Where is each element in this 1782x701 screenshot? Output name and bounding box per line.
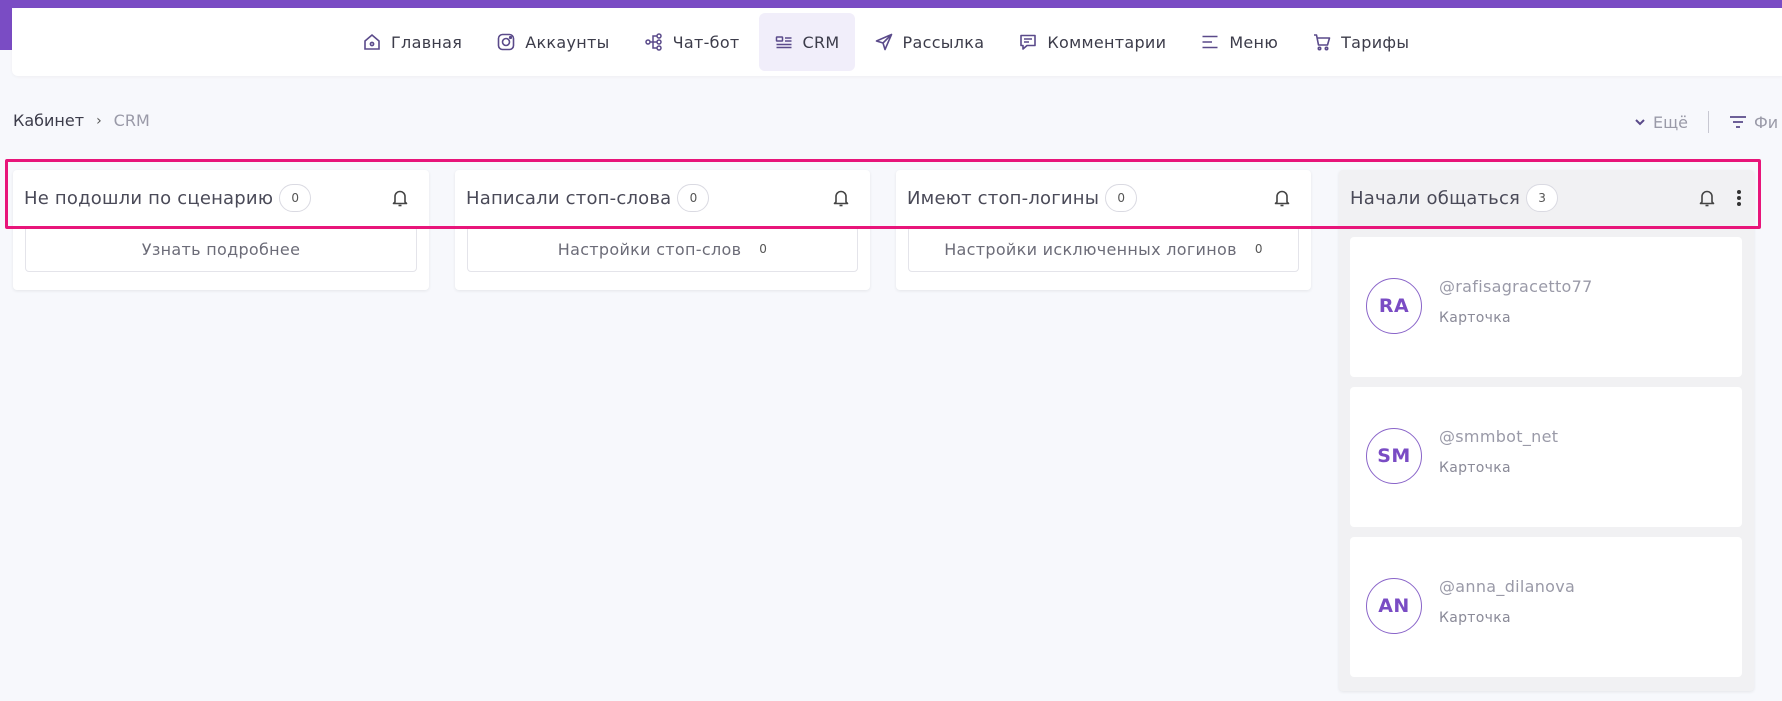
crm-column-started-chatting: Начали общаться 3 RA @rafisagracetto77 К…	[1339, 170, 1754, 691]
left-accent-bar	[0, 0, 12, 50]
action-count: 0	[759, 242, 768, 256]
nav-item-tariffs[interactable]: Тарифы	[1297, 13, 1424, 71]
nav-menu: Главная Аккаунты Чат-бот CRM Рассылка Ко…	[347, 13, 1424, 71]
nav-item-crm[interactable]: CRM	[758, 13, 855, 71]
send-icon	[875, 33, 892, 51]
learn-more-button[interactable]: Узнать подробнее	[25, 226, 417, 272]
nav-item-mailing[interactable]: Рассылка	[859, 13, 1000, 71]
card-username: @rafisagracetto77	[1439, 277, 1593, 296]
column-count-badge: 3	[1526, 184, 1559, 212]
column-header: Начали общаться 3	[1339, 170, 1754, 226]
bell-icon[interactable]	[832, 188, 850, 208]
flow-icon	[644, 33, 662, 51]
avatar: SM	[1366, 428, 1422, 484]
home-icon	[364, 33, 380, 50]
toolbar-right: Ещё Фи	[1634, 111, 1778, 133]
excluded-logins-settings-button[interactable]: Настройки исключенных логинов 0	[908, 226, 1299, 272]
action-count: 0	[1254, 242, 1263, 256]
card-username: @smmbot_net	[1439, 427, 1559, 446]
column-title: Не подошли по сценарию	[24, 187, 274, 209]
breadcrumb: Кабинет › CRM	[13, 111, 150, 130]
nav-item-label: Тарифы	[1341, 32, 1410, 52]
column-header: Не подошли по сценарию 0	[13, 170, 429, 226]
crm-column-stop-words: Написали стоп-слова 0 Настройки стоп-сло…	[455, 170, 870, 290]
nav-item-accounts[interactable]: Аккаунты	[481, 13, 624, 71]
action-label: Настройки стоп-слов	[557, 239, 742, 259]
column-title: Начали общаться	[1350, 187, 1521, 209]
column-count-badge: 0	[1105, 184, 1138, 212]
card-username: @anna_dilanova	[1439, 577, 1576, 596]
column-header: Имеют стоп-логины 0	[896, 170, 1311, 226]
nav-item-label: Рассылка	[902, 32, 985, 52]
column-header: Написали стоп-слова 0	[455, 170, 870, 226]
nav-item-chatbot[interactable]: Чат-бот	[629, 13, 755, 71]
menu-icon	[1202, 35, 1218, 49]
more-button[interactable]: Ещё	[1634, 113, 1688, 132]
toolbar-divider	[1708, 111, 1710, 133]
column-title: Написали стоп-слова	[466, 187, 672, 209]
bell-icon[interactable]	[1698, 188, 1716, 208]
lead-card[interactable]: RA @rafisagracetto77 Карточка	[1350, 237, 1742, 377]
filter-button[interactable]: Фи	[1729, 113, 1778, 132]
nav-item-comments[interactable]: Комментарии	[1003, 13, 1181, 71]
breadcrumb-home-link[interactable]: Кабинет	[13, 111, 84, 130]
kebab-menu-icon[interactable]	[1736, 188, 1742, 208]
action-label: Узнать подробнее	[141, 239, 301, 259]
more-button-label: Ещё	[1653, 112, 1689, 132]
chevron-down-icon	[1635, 119, 1645, 126]
crm-column-no-scenario: Не подошли по сценарию 0 Узнать подробне…	[13, 170, 429, 290]
breadcrumb-current: CRM	[113, 111, 150, 130]
nav-item-label: Чат-бот	[672, 32, 740, 52]
avatar: RA	[1366, 278, 1422, 334]
nav-item-home[interactable]: Главная	[347, 13, 477, 71]
lead-card[interactable]: SM @smmbot_net Карточка	[1350, 387, 1742, 527]
filter-button-label: Фи	[1754, 112, 1779, 132]
top-accent-strip	[0, 0, 1782, 8]
nav-item-menu[interactable]: Меню	[1185, 13, 1293, 71]
action-label: Настройки исключенных логинов	[944, 239, 1237, 259]
nav-item-label: Комментарии	[1047, 32, 1167, 52]
card-subtitle: Карточка	[1439, 310, 1511, 326]
nav-item-label: Аккаунты	[525, 32, 610, 52]
filter-icon	[1730, 116, 1747, 128]
column-count-badge: 0	[279, 184, 312, 212]
column-count-badge: 0	[677, 184, 710, 212]
instagram-icon	[497, 33, 515, 51]
nav-item-label: CRM	[802, 32, 840, 52]
bell-icon[interactable]	[391, 188, 409, 208]
column-title: Имеют стоп-логины	[907, 187, 1100, 209]
crm-icon	[775, 36, 792, 49]
nav-item-label: Меню	[1229, 32, 1279, 52]
crm-column-stop-logins: Имеют стоп-логины 0 Настройки исключенны…	[896, 170, 1311, 290]
comment-icon	[1020, 34, 1037, 50]
top-navbar: Главная Аккаунты Чат-бот CRM Рассылка Ко…	[12, 8, 1782, 76]
breadcrumb-separator: ›	[96, 112, 102, 129]
avatar: AN	[1366, 578, 1422, 634]
card-subtitle: Карточка	[1439, 610, 1511, 626]
card-subtitle: Карточка	[1439, 460, 1511, 476]
lead-card[interactable]: AN @anna_dilanova Карточка	[1350, 537, 1742, 677]
nav-item-label: Главная	[391, 32, 463, 52]
bell-icon[interactable]	[1273, 188, 1291, 208]
cart-icon	[1314, 34, 1331, 51]
stop-words-settings-button[interactable]: Настройки стоп-слов 0	[467, 226, 858, 272]
